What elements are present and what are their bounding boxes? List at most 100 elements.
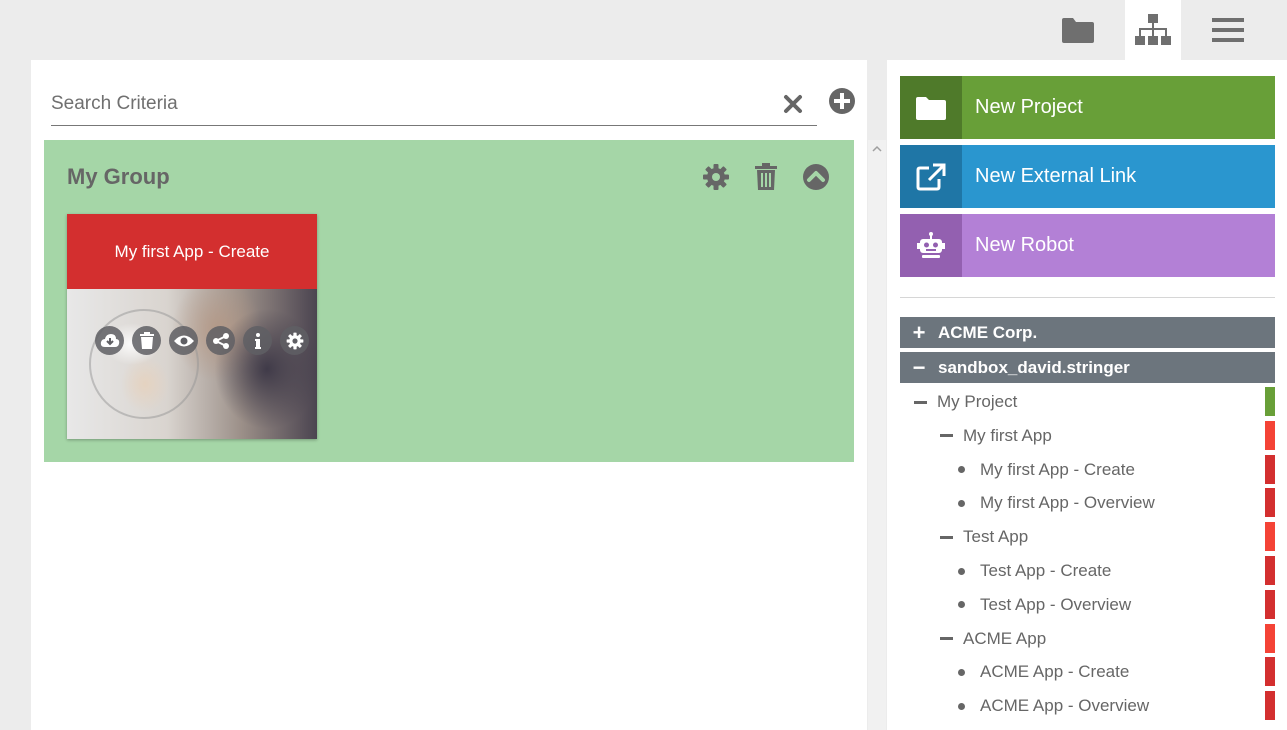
new-robot-label: New Robot: [975, 234, 1074, 256]
tree-item-label: Test App - Create: [980, 561, 1112, 580]
new-robot-icon-box: [900, 214, 962, 277]
search-input[interactable]: [51, 84, 771, 124]
bullet-icon: [958, 702, 965, 710]
tree-item[interactable]: My Project: [900, 386, 1275, 418]
tree-item-label: My Project: [937, 392, 1018, 411]
app-card-title[interactable]: My first App - Create: [67, 214, 317, 289]
group-delete-button[interactable]: [751, 162, 781, 192]
status-stripe: [1265, 623, 1275, 653]
right-panel: New Project New External Link New Robot …: [887, 60, 1287, 730]
status-stripe: [1265, 556, 1275, 585]
collapse-icon[interactable]: −: [900, 355, 938, 381]
status-stripe: [1265, 454, 1275, 484]
divider: [900, 297, 1275, 298]
tree-item-label: My first App - Overview: [980, 493, 1155, 513]
new-robot-button[interactable]: New Robot: [900, 214, 1275, 277]
card-preview-button[interactable]: [169, 326, 198, 355]
robot-icon: [917, 231, 945, 258]
group-collapse-button[interactable]: [801, 162, 831, 192]
collapse-icon[interactable]: [940, 535, 953, 539]
folder-icon: [916, 96, 946, 120]
org-row-acme[interactable]: + ACME Corp.: [900, 317, 1275, 348]
tree-item-label: My first App: [963, 425, 1052, 445]
tree-item-label: Test App: [963, 527, 1029, 547]
tree-item-label: Test App - Overview: [980, 594, 1132, 614]
tree-item[interactable]: Test App: [900, 521, 1275, 553]
collapse-icon[interactable]: [940, 434, 953, 438]
collapse-icon[interactable]: [940, 637, 953, 641]
group-title: My Group: [67, 164, 170, 189]
top-bar: [0, 0, 1287, 60]
app-card-actions: [95, 326, 309, 355]
tree-item[interactable]: My first App: [900, 420, 1275, 452]
tree-item[interactable]: ACME App - Create: [900, 656, 1275, 688]
status-stripe: [1265, 522, 1275, 552]
bullet-icon: [958, 466, 965, 474]
status-stripe: [1265, 691, 1275, 721]
card-delete-button[interactable]: [132, 326, 161, 355]
external-link-icon: [916, 163, 946, 190]
bullet-icon: [958, 567, 965, 575]
main-panel: My Group: [31, 60, 867, 730]
folder-icon: [1062, 18, 1094, 43]
menu-icon: [1212, 18, 1244, 42]
bullet-icon: [958, 601, 965, 609]
new-project-label: New Project: [975, 96, 1083, 118]
tree-item[interactable]: ACME App: [900, 623, 1275, 655]
search-bar: [51, 84, 817, 126]
cloud-download-icon: [100, 333, 119, 347]
status-stripe: [1265, 488, 1275, 518]
new-link-icon-box: [900, 145, 962, 208]
tree-item-label: ACME App: [963, 628, 1047, 648]
status-stripe: [1265, 387, 1275, 416]
chevron-up-circle-icon: [803, 164, 829, 190]
plus-circle-icon: [829, 88, 855, 114]
collapse-icon[interactable]: [914, 400, 927, 404]
group-settings-button[interactable]: [701, 162, 731, 192]
add-search-criteria-button[interactable]: [828, 87, 856, 115]
tree-item-label: ACME App - Create: [980, 662, 1130, 682]
app-card-image: [67, 289, 317, 439]
share-icon: [212, 332, 229, 349]
gear-icon: [286, 332, 303, 349]
trash-icon: [755, 163, 777, 190]
info-icon: [254, 332, 261, 349]
menu-button[interactable]: [1200, 0, 1256, 60]
new-external-link-label: New External Link: [975, 165, 1137, 187]
new-external-link-button[interactable]: New External Link: [900, 145, 1275, 208]
trash-icon: [139, 332, 154, 349]
new-project-icon-box: [900, 76, 962, 139]
tree-item[interactable]: Test App - Create: [900, 555, 1275, 587]
eye-icon: [173, 335, 194, 346]
folder-view-button[interactable]: [1050, 0, 1106, 60]
bullet-icon: [958, 499, 965, 507]
sitemap-view-button[interactable]: [1125, 0, 1181, 60]
org-row-sandbox[interactable]: − sandbox_david.stringer: [900, 352, 1275, 383]
org-label: ACME Corp.: [938, 322, 1038, 342]
card-info-button[interactable]: [243, 326, 272, 355]
expand-icon[interactable]: +: [900, 320, 938, 346]
clear-search-button[interactable]: [781, 92, 805, 116]
bullet-icon: [958, 668, 965, 676]
close-icon: [784, 95, 802, 113]
group-panel: My Group My first App - Create: [44, 140, 854, 462]
card-download-button[interactable]: [95, 326, 124, 355]
gear-icon: [703, 164, 729, 190]
card-share-button[interactable]: [206, 326, 235, 355]
scrollbar[interactable]: [868, 140, 886, 730]
tree-item[interactable]: My first App - Overview: [900, 487, 1275, 519]
tree-item-label: ACME App - Overview: [980, 696, 1150, 716]
tree-item[interactable]: My first App - Create: [900, 454, 1275, 486]
app-card[interactable]: My first App - Create: [67, 214, 317, 439]
card-settings-button[interactable]: [280, 326, 309, 355]
status-stripe: [1265, 657, 1275, 687]
org-label: sandbox_david.stringer: [938, 357, 1130, 377]
tree-item[interactable]: Test App - Overview: [900, 589, 1275, 621]
tree-item[interactable]: ACME App - Overview: [900, 690, 1275, 722]
new-project-button[interactable]: New Project: [900, 76, 1275, 139]
chevron-up-icon[interactable]: [872, 144, 882, 154]
tree-item-label: My first App - Create: [980, 459, 1135, 479]
sitemap-icon: [1135, 14, 1171, 45]
status-stripe: [1265, 589, 1275, 619]
status-stripe: [1265, 420, 1275, 450]
